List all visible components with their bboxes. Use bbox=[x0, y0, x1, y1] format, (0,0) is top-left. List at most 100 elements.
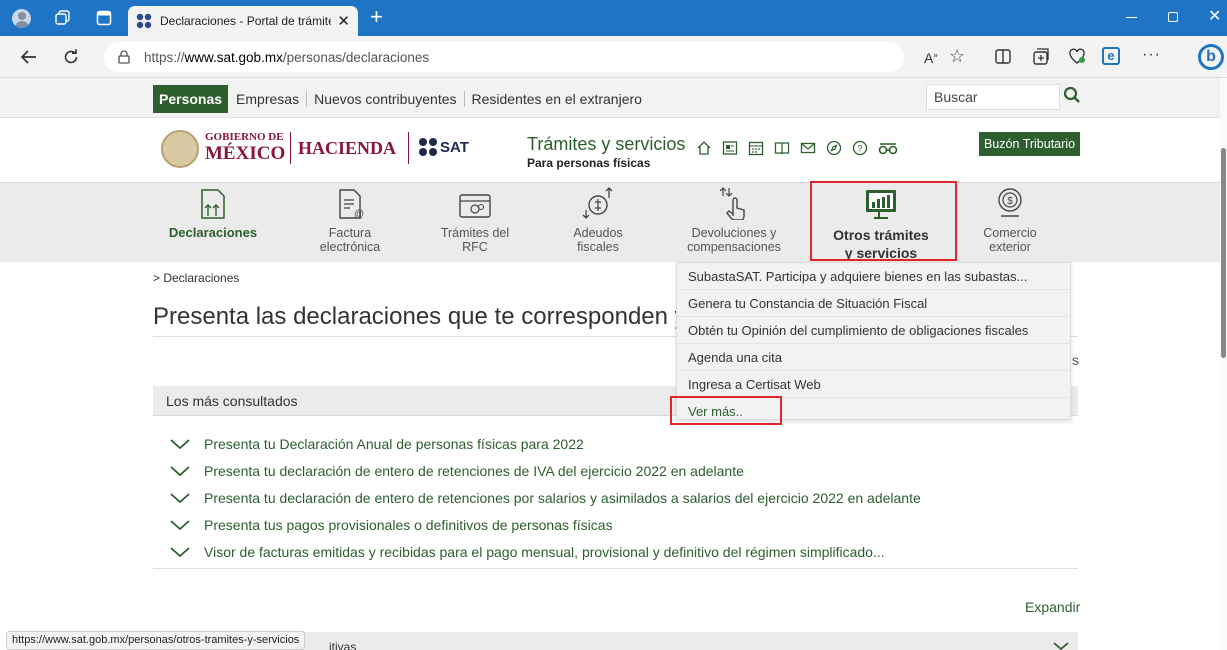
page-scrollbar[interactable] bbox=[1220, 78, 1227, 650]
nav-empresas[interactable]: Empresas bbox=[236, 91, 299, 107]
new-tab-icon[interactable]: + bbox=[370, 5, 383, 29]
breadcrumb[interactable]: > Declaraciones bbox=[153, 271, 239, 285]
nav-separator bbox=[306, 91, 308, 107]
rfc-icon bbox=[459, 194, 491, 218]
browser-titlebar: Declaraciones - Portal de trámites ✕ + ✕ bbox=[0, 0, 1227, 36]
refresh-icon[interactable] bbox=[62, 48, 80, 66]
status-bar-url: https://www.sat.gob.mx/personas/otros-tr… bbox=[6, 631, 306, 650]
cat-label-2: exterior bbox=[989, 240, 1031, 254]
cat-comercio-exterior[interactable]: $ Comercio exterior bbox=[960, 186, 1060, 254]
url-host: www.sat.gob.mx bbox=[184, 49, 283, 65]
svg-text:?: ? bbox=[857, 144, 862, 154]
hacienda-logo[interactable]: HACIENDA bbox=[298, 138, 396, 159]
split-screen-icon[interactable] bbox=[995, 49, 1011, 64]
link-text[interactable]: Presenta tu declaración de entero de ret… bbox=[204, 463, 744, 479]
list-item[interactable]: Presenta tu Declaración Anual de persona… bbox=[170, 430, 1070, 457]
mail-icon[interactable] bbox=[800, 140, 816, 156]
sat-logo[interactable]: SAT bbox=[418, 137, 469, 157]
cat-tramites-rfc[interactable]: Trámites del RFC bbox=[425, 186, 525, 254]
list-item[interactable]: Presenta tu declaración de entero de ret… bbox=[170, 457, 1070, 484]
bing-copilot-icon[interactable]: b bbox=[1198, 44, 1224, 70]
tab-actions-icon[interactable] bbox=[96, 10, 112, 26]
search-icon[interactable] bbox=[1063, 86, 1081, 104]
site-header: GOBIERNO DE MÉXICO HACIENDA SAT Trámites… bbox=[0, 118, 1220, 182]
url-bar[interactable]: https://www.sat.gob.mx/personas/declarac… bbox=[104, 42, 904, 72]
minimize-icon[interactable] bbox=[1126, 17, 1137, 18]
browser-essentials-icon[interactable] bbox=[1068, 47, 1086, 65]
browser-tab[interactable]: Declaraciones - Portal de trámites ✕ bbox=[128, 6, 358, 36]
sat-logo-icon bbox=[419, 138, 437, 156]
logo-divider bbox=[290, 132, 291, 164]
accessibility-icon[interactable] bbox=[878, 140, 898, 156]
dropdown-item-constancia[interactable]: Genera tu Constancia de Situación Fiscal bbox=[677, 290, 1070, 317]
dropdown-item-agenda-cita[interactable]: Agenda una cita bbox=[677, 344, 1070, 371]
search-input[interactable]: Buscar bbox=[926, 84, 1060, 110]
nav-nuevos-contribuyentes[interactable]: Nuevos contribuyentes bbox=[314, 91, 456, 107]
favorite-star-icon[interactable]: ☆ bbox=[949, 46, 965, 67]
sat-favicon-icon bbox=[136, 13, 152, 29]
chevron-down-icon[interactable] bbox=[1053, 642, 1069, 650]
dropdown-item-opinion[interactable]: Obtén tu Opinión del cumplimiento de obl… bbox=[677, 317, 1070, 344]
read-aloud-icon[interactable]: A» bbox=[924, 50, 938, 66]
cat-label-2: compensaciones bbox=[687, 240, 781, 254]
list-divider bbox=[153, 568, 1078, 569]
tab-close-icon[interactable]: ✕ bbox=[337, 12, 350, 30]
logo-divider bbox=[408, 132, 409, 164]
expand-link[interactable]: Expandir bbox=[1025, 599, 1080, 615]
cat-adeudos-fiscales[interactable]: Adeudos fiscales bbox=[548, 186, 648, 254]
profile-icon[interactable] bbox=[12, 9, 31, 28]
otros-tramites-highlight bbox=[810, 181, 957, 261]
collections-icon[interactable] bbox=[55, 10, 71, 26]
scrollbar-thumb[interactable] bbox=[1221, 148, 1226, 358]
gob-logo-line1: GOBIERNO DE bbox=[205, 131, 284, 143]
compass-icon[interactable] bbox=[826, 140, 842, 156]
cat-declaraciones[interactable]: Declaraciones bbox=[163, 186, 263, 240]
cat-label-2: RFC bbox=[462, 240, 488, 254]
svg-text:$: $ bbox=[1007, 196, 1013, 207]
section-title: Los más consultados bbox=[166, 393, 298, 409]
nav-residentes-extranjero[interactable]: Residentes en el extranjero bbox=[472, 91, 642, 107]
list-item[interactable]: Presenta tu declaración de entero de ret… bbox=[170, 484, 1070, 511]
cat-label: Declaraciones bbox=[168, 225, 258, 240]
cat-label-1: Trámites del bbox=[440, 226, 510, 240]
dropdown-item-certisat[interactable]: Ingresa a Certisat Web bbox=[677, 371, 1070, 398]
link-text[interactable]: Presenta tus pagos provisionales o defin… bbox=[204, 517, 613, 533]
chevron-down-icon bbox=[170, 465, 190, 476]
tab-title: Declaraciones - Portal de trámites bbox=[160, 14, 332, 28]
gobierno-mexico-logo[interactable]: GOBIERNO DE MÉXICO bbox=[205, 130, 285, 163]
sat-logo-text: SAT bbox=[440, 138, 469, 156]
cat-label-1: Comercio bbox=[983, 226, 1037, 240]
lock-icon[interactable] bbox=[118, 50, 130, 64]
help-icon[interactable]: ? bbox=[852, 140, 868, 156]
dropdown-item-subasta[interactable]: SubastaSAT. Participa y adquiere bienes … bbox=[677, 263, 1070, 290]
news-icon[interactable] bbox=[722, 140, 738, 156]
mexico-seal-icon bbox=[161, 130, 199, 168]
buzon-tributario-button[interactable]: Buzón Tributario bbox=[979, 132, 1081, 156]
cat-factura-electronica[interactable]: @ Factura electrónica bbox=[295, 186, 405, 254]
adeudos-icon bbox=[582, 187, 613, 219]
factura-icon: @ bbox=[339, 189, 364, 220]
edge-extension-icon[interactable]: e bbox=[1102, 47, 1120, 65]
calendar-icon[interactable] bbox=[748, 140, 764, 156]
cat-devoluciones-compensaciones[interactable]: Devoluciones y compensaciones bbox=[674, 186, 794, 254]
cat-label-2: electrónica bbox=[319, 240, 381, 254]
close-window-icon[interactable]: ✕ bbox=[1208, 6, 1221, 26]
collections-toolbar-icon[interactable] bbox=[1032, 48, 1050, 65]
more-options-icon[interactable]: ··· bbox=[1142, 46, 1161, 64]
maximize-icon[interactable] bbox=[1168, 12, 1178, 22]
nav-personas[interactable]: Personas bbox=[153, 85, 229, 113]
link-text[interactable]: Presenta tu Declaración Anual de persona… bbox=[204, 436, 584, 452]
home-icon[interactable] bbox=[696, 140, 712, 156]
comercio-exterior-icon: $ bbox=[998, 188, 1022, 217]
chevron-down-icon bbox=[170, 519, 190, 530]
chevron-down-icon bbox=[170, 492, 190, 503]
book-icon[interactable] bbox=[774, 140, 790, 156]
list-item[interactable]: Visor de facturas emitidas y recibidas p… bbox=[170, 538, 1070, 565]
link-text[interactable]: Presenta tu declaración de entero de ret… bbox=[204, 490, 921, 506]
consulted-links-list: Presenta tu Declaración Anual de persona… bbox=[170, 430, 1070, 565]
list-item[interactable]: Presenta tus pagos provisionales o defin… bbox=[170, 511, 1070, 538]
url-prefix: https:// bbox=[144, 49, 185, 65]
link-text[interactable]: Visor de facturas emitidas y recibidas p… bbox=[204, 544, 885, 560]
chevron-down-icon bbox=[170, 546, 190, 557]
back-icon[interactable] bbox=[20, 48, 38, 66]
